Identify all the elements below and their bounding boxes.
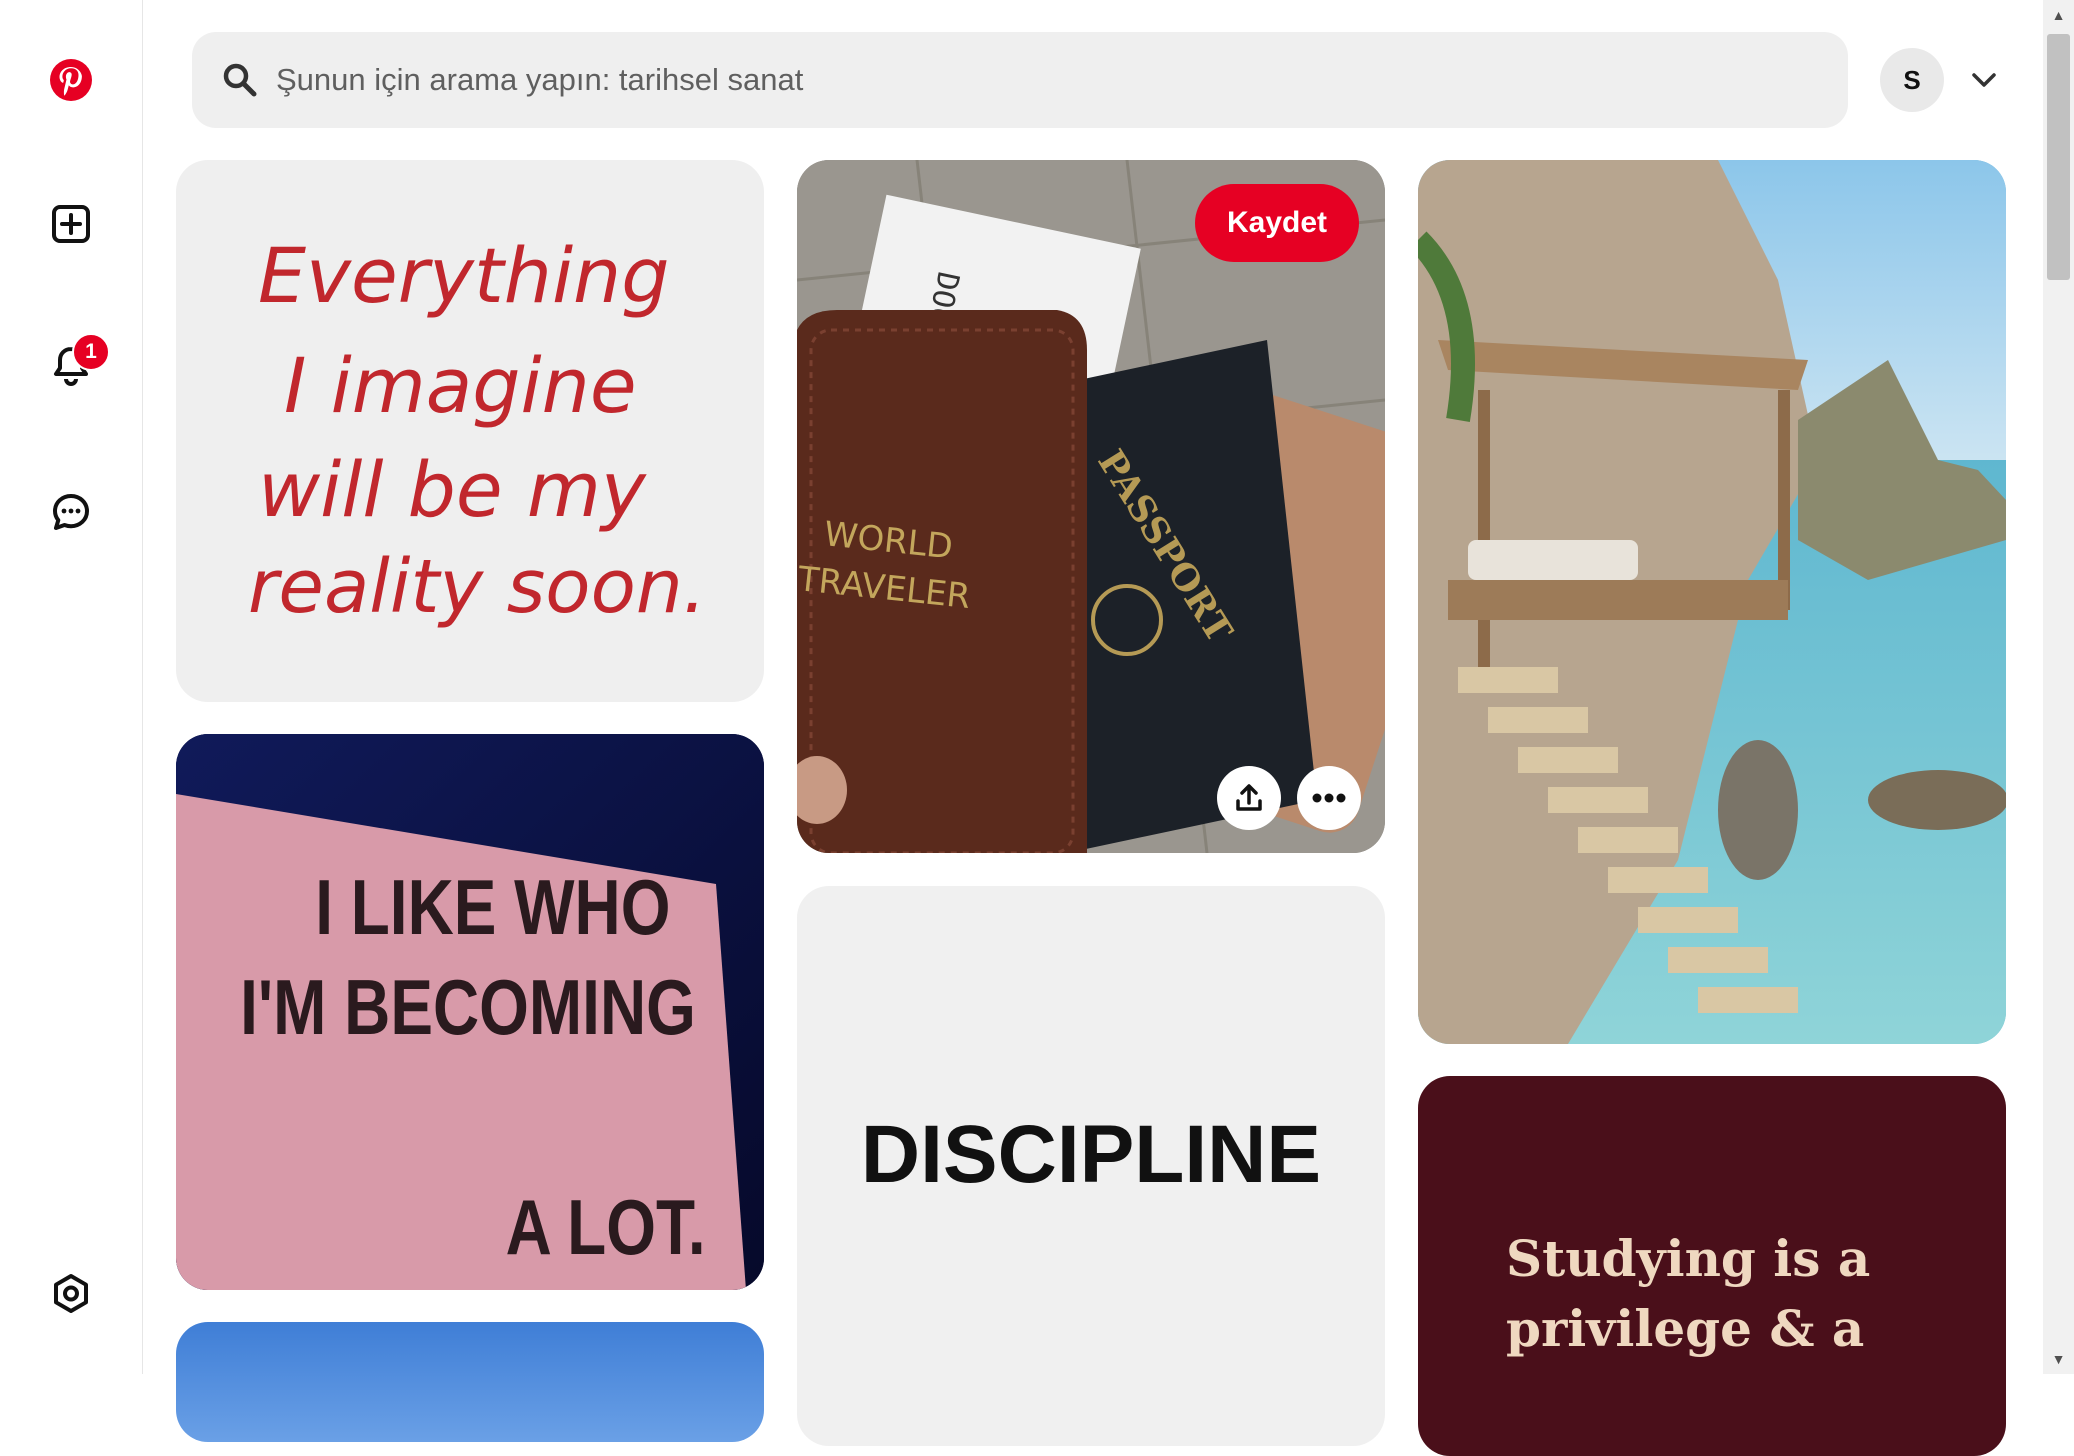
- coastal-image: [1418, 160, 2006, 1044]
- notification-badge: 1: [72, 333, 110, 371]
- more-options-button[interactable]: [1297, 766, 1361, 830]
- passport-image: DOCS PASSPORT WORLD TRAVELER: [797, 160, 1385, 853]
- studying-image: Studying is a privilege & a: [1506, 1229, 1870, 1358]
- pin-coastal-terrace[interactable]: [1418, 160, 2006, 1044]
- share-icon: [1236, 784, 1262, 811]
- quote-line: Everything: [258, 231, 669, 320]
- pinterest-logo-icon: [50, 59, 92, 101]
- sidebar: 1: [0, 0, 143, 1374]
- hexagon-settings-icon: [54, 1274, 88, 1313]
- ellipsis-icon: [1312, 793, 1346, 803]
- account-menu-button[interactable]: [1962, 62, 2006, 98]
- share-button[interactable]: [1217, 766, 1281, 830]
- chat-bubble-icon: [53, 494, 89, 530]
- scroll-down-arrow[interactable]: ▼: [2043, 1344, 2074, 1374]
- search-bar[interactable]: [192, 32, 1848, 128]
- pinterest-logo[interactable]: [39, 48, 103, 112]
- pin-quote-everything[interactable]: Everything I imagine will be my reality …: [176, 160, 764, 702]
- sign-line: I LIKE WHO: [315, 864, 670, 951]
- quote-image: Everything I imagine will be my reality …: [248, 231, 706, 630]
- discipline-image: DISCIPLINE: [861, 1109, 1321, 1200]
- create-button[interactable]: [39, 192, 103, 256]
- messages-button[interactable]: [39, 480, 103, 544]
- discipline-text: DISCIPLINE: [861, 1109, 1321, 1200]
- quote-line: will be my: [258, 445, 647, 534]
- studying-line: Studying is a: [1506, 1229, 1870, 1288]
- pin-i-like-who[interactable]: I LIKE WHO I'M BECOMING A LOT.: [176, 734, 764, 1290]
- search-input[interactable]: [274, 61, 1778, 99]
- pin-studying-privilege[interactable]: Studying is a privilege & a: [1418, 1076, 2006, 1456]
- sign-line: I'M BECOMING: [240, 964, 696, 1051]
- quote-line: reality soon.: [248, 544, 706, 630]
- studying-line: privilege & a: [1506, 1299, 1864, 1358]
- chevron-down-icon: [1972, 73, 1996, 87]
- scroll-thumb[interactable]: [2047, 34, 2070, 280]
- pin-sky[interactable]: [176, 1322, 764, 1442]
- plus-square-icon: [52, 205, 90, 243]
- save-button[interactable]: Kaydet: [1195, 184, 1359, 262]
- pin-passport[interactable]: DOCS PASSPORT WORLD TRAVELER Kaydet: [797, 160, 1385, 853]
- sign-line: A LOT.: [506, 1184, 706, 1271]
- quote-line: I imagine: [284, 341, 637, 430]
- sign-image: I LIKE WHO I'M BECOMING A LOT.: [176, 734, 764, 1290]
- settings-button[interactable]: [39, 1262, 103, 1326]
- pin-discipline[interactable]: DISCIPLINE: [797, 886, 1385, 1446]
- avatar[interactable]: S: [1880, 48, 1944, 112]
- search-icon: [223, 63, 257, 97]
- scroll-up-arrow[interactable]: ▲: [2043, 0, 2074, 30]
- scrollbar[interactable]: ▲ ▼: [2043, 0, 2074, 1374]
